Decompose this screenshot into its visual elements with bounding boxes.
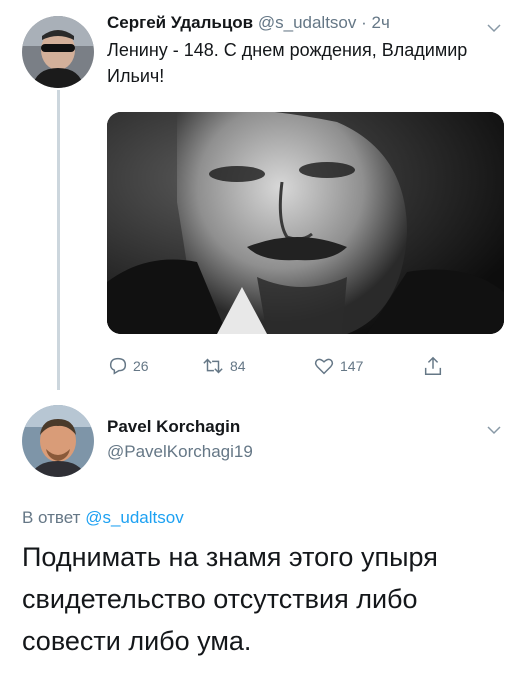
retweet-count: 84 [230, 358, 246, 374]
avatar[interactable] [22, 405, 94, 477]
avatar-photo-icon [22, 405, 94, 477]
retweet-icon [203, 358, 223, 374]
tweet-media[interactable] [107, 112, 504, 334]
tweet-text: Ленину - 148. С днем рождения, Владимир … [107, 40, 468, 86]
tweet-header: Сергей Удальцов @s_udaltsov · 2ч [107, 12, 390, 34]
author-name[interactable]: Pavel Korchagin [107, 417, 240, 437]
reply-button[interactable]: 26 [107, 354, 149, 378]
share-icon [424, 356, 442, 375]
portrait-photo-icon [107, 112, 504, 334]
chevron-down-icon[interactable] [486, 422, 502, 438]
separator: · [361, 13, 367, 32]
reply-icon [109, 357, 127, 375]
like-count: 147 [340, 358, 364, 374]
avatar-photo-icon [22, 16, 94, 88]
tweet-text: Поднимать на знамя этого упыря свидетель… [22, 542, 438, 656]
reply-label: В ответ [22, 508, 81, 527]
share-button[interactable] [422, 354, 448, 378]
reply-count: 26 [133, 358, 149, 374]
reply-mention-link[interactable]: @s_udaltsov [85, 508, 184, 527]
author-handle[interactable]: @PavelKorchagi19 [107, 442, 253, 462]
tweet-actions: 26 84 147 [107, 354, 507, 378]
timestamp[interactable]: 2ч [372, 13, 390, 32]
thread-line [57, 90, 60, 390]
author-name[interactable]: Сергей Удальцов [107, 13, 253, 32]
heart-icon [314, 358, 334, 375]
retweet-button[interactable]: 84 [200, 354, 246, 378]
chevron-down-icon[interactable] [486, 20, 502, 36]
author-handle[interactable]: @s_udaltsov [258, 13, 357, 32]
like-button[interactable]: 147 [312, 354, 363, 378]
tweet-original[interactable]: Сергей Удальцов @s_udaltsov · 2ч Ленину … [0, 0, 526, 392]
avatar[interactable] [22, 16, 94, 88]
reply-context: В ответ @s_udaltsov [22, 508, 184, 528]
